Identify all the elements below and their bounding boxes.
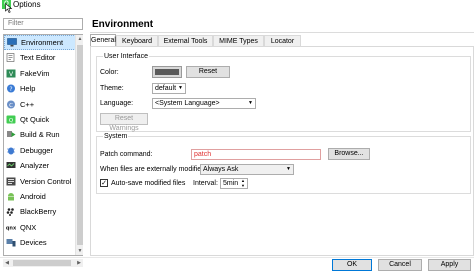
svg-text:?: ?	[9, 86, 12, 93]
interval-spinbox[interactable]: 5min ▲ ▼	[220, 178, 248, 189]
sidebar-item-label: Help	[20, 84, 36, 94]
page-title: Environment	[92, 19, 154, 30]
external-modified-select[interactable]: Always Ask ▼	[200, 164, 294, 175]
autosave-checkbox[interactable]: ✓	[100, 179, 108, 187]
qnx-icon: qnx	[6, 223, 17, 232]
version-control-icon	[6, 177, 16, 186]
category-list[interactable]: Environment Text Editor V FakeVim ? Help…	[3, 34, 83, 256]
sidebar-item-help[interactable]: ? Help	[4, 81, 82, 96]
chevron-down-icon: ▼	[286, 166, 291, 172]
scroll-up-icon[interactable]: ▲	[76, 35, 84, 43]
sidebar-item-cpp[interactable]: C C++	[4, 97, 82, 112]
android-icon	[6, 192, 16, 201]
filter-input[interactable]: Filter	[3, 18, 83, 30]
external-modified-label: When files are externally modified:	[100, 166, 207, 173]
blackberry-icon	[6, 207, 16, 217]
analyzer-icon	[6, 161, 16, 170]
fakevim-icon: V	[6, 69, 16, 78]
build-run-icon	[6, 130, 16, 139]
sidebar-item-label: C++	[20, 99, 35, 109]
group-title: User Interface	[103, 52, 149, 61]
spin-arrows-icon[interactable]: ▲ ▼	[240, 178, 246, 188]
sidebar-item-version-control[interactable]: Version Control	[4, 174, 82, 189]
sidebar-item-analyzer[interactable]: Analyzer	[4, 158, 82, 173]
reset-color-button[interactable]: Reset	[186, 66, 230, 78]
color-swatch	[155, 69, 179, 75]
language-select[interactable]: <System Language> ▼	[152, 98, 256, 109]
interval-value: 5min	[223, 180, 239, 187]
mouse-cursor-icon	[5, 3, 13, 13]
cpp-icon: C	[6, 100, 16, 109]
sidebar-item-label: Analyzer	[20, 161, 50, 171]
svg-text:C: C	[9, 102, 13, 108]
sidebar-item-label: Text Editor	[20, 53, 56, 63]
sidebar-item-label: Build & Run	[20, 130, 60, 140]
apply-button[interactable]: Apply	[428, 259, 471, 271]
user-interface-group: User Interface Color: Reset Theme: defau…	[96, 52, 471, 132]
text-editor-icon	[6, 53, 16, 63]
sidebar-item-label: Debugger	[20, 145, 53, 155]
sidebar-item-label: Version Control	[20, 176, 72, 186]
svg-text:Q: Q	[9, 118, 14, 124]
sidebar-item-label: QNX	[20, 222, 37, 232]
ok-button[interactable]: OK	[332, 259, 372, 271]
chevron-down-icon: ▼	[178, 85, 183, 91]
sidebar-item-label: Devices	[20, 238, 47, 248]
general-tab-panel: User Interface Color: Reset Theme: defau…	[90, 46, 474, 256]
sidebar-item-label: Android	[20, 191, 46, 201]
chevron-down-icon: ▼	[248, 100, 253, 106]
sidebar-item-label: Qt Quick	[20, 114, 50, 124]
browse-button[interactable]: Browse...	[328, 148, 370, 160]
checkmark-icon: ✓	[101, 180, 107, 187]
sidebar-item-label: FakeVim	[20, 68, 50, 78]
patch-command-label: Patch command:	[100, 151, 153, 158]
language-value: <System Language>	[155, 100, 220, 107]
sidebar-item-blackberry[interactable]: BlackBerry	[4, 204, 82, 219]
help-icon: ?	[6, 84, 16, 93]
external-modified-value: Always Ask	[203, 166, 239, 173]
sidebar-item-debugger[interactable]: Debugger	[4, 143, 82, 158]
theme-value: default	[155, 85, 177, 92]
scroll-left-icon[interactable]: ◀	[3, 259, 11, 267]
patch-command-input[interactable]: patch	[191, 149, 321, 160]
sidebar-item-devices[interactable]: Devices	[4, 235, 82, 250]
monitor-icon	[7, 38, 17, 47]
divider	[0, 257, 474, 258]
debugger-icon	[6, 146, 16, 155]
devices-icon	[6, 238, 16, 247]
system-group: System Patch command: patch Browse... Wh…	[96, 132, 471, 194]
sidebar-scrollbar[interactable]: ▲ ▼	[75, 35, 83, 255]
svg-text:qnx: qnx	[6, 225, 16, 231]
window-title: Options	[13, 0, 41, 9]
color-label: Color:	[100, 69, 119, 76]
interval-label: Interval:	[193, 180, 218, 187]
sidebar-horizontal-scrollbar[interactable]: ◀ ▶	[3, 259, 83, 267]
theme-label: Theme:	[100, 85, 124, 92]
scroll-right-icon[interactable]: ▶	[75, 259, 83, 267]
divider	[90, 32, 474, 33]
language-label: Language:	[100, 100, 134, 107]
color-picker-button[interactable]	[152, 66, 182, 78]
scroll-down-icon[interactable]: ▼	[76, 247, 84, 255]
qt-quick-icon: Q	[6, 115, 16, 124]
sidebar-item-fakevim[interactable]: V FakeVim	[4, 66, 82, 81]
cancel-button[interactable]: Cancel	[378, 259, 422, 271]
sidebar-item-qnx[interactable]: qnx QNX	[4, 220, 82, 235]
sidebar-item-label: BlackBerry	[20, 207, 57, 217]
reset-warnings-button[interactable]: Reset Warnings	[100, 113, 148, 132]
horizontal-scroll-thumb[interactable]	[13, 260, 71, 266]
sidebar-item-environment[interactable]: Environment	[4, 35, 82, 51]
sidebar-item-build-run[interactable]: Build & Run	[4, 127, 82, 142]
sidebar-scroll-thumb[interactable]	[77, 45, 83, 245]
sidebar-item-android[interactable]: Android	[4, 189, 82, 204]
title-bar: Q Options	[0, 0, 474, 13]
group-title: System	[103, 132, 129, 141]
autosave-label: Auto-save modified files	[111, 180, 186, 187]
sidebar-item-text-editor[interactable]: Text Editor	[4, 50, 82, 65]
sidebar-item-label: Environment	[21, 38, 64, 47]
sidebar-item-qt-quick[interactable]: Q Qt Quick	[4, 112, 82, 127]
theme-select[interactable]: default ▼	[152, 83, 186, 94]
